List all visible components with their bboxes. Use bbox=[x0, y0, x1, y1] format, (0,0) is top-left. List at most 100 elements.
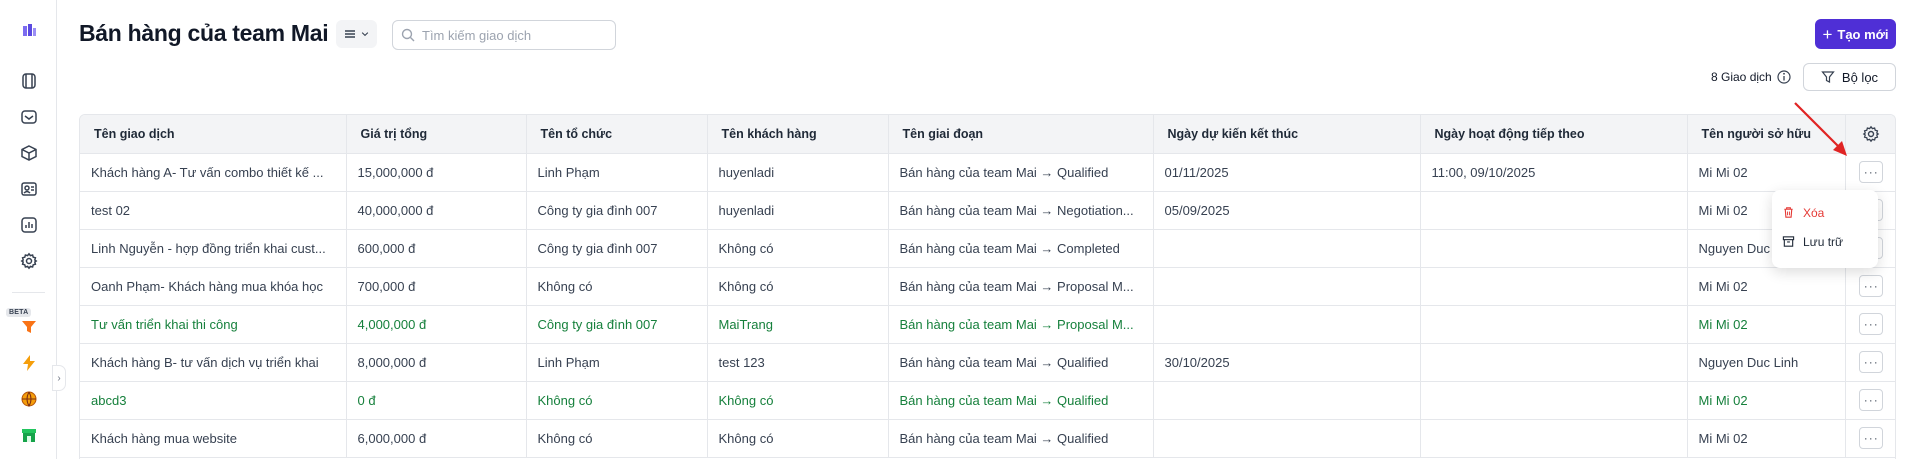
cell-owner: Mi Mi 02 bbox=[1687, 419, 1846, 458]
cell-stage: Bán hàng của team Mai → Qualified bbox=[888, 343, 1154, 382]
column-header[interactable]: Tên tổ chức bbox=[526, 115, 708, 154]
more-options-button[interactable]: ··· bbox=[1859, 313, 1884, 335]
cell-customer: MaiTrang bbox=[707, 305, 889, 344]
sidebar-collapse-button[interactable]: › bbox=[52, 365, 66, 391]
search-input[interactable] bbox=[422, 27, 602, 43]
cell-owner: Nguyen Duc Linh bbox=[1687, 343, 1846, 382]
row-actions-cell: ··· bbox=[1845, 381, 1895, 420]
globe-icon[interactable] bbox=[18, 388, 40, 410]
create-button[interactable]: + Tạo mới bbox=[1815, 19, 1896, 49]
search-icon bbox=[401, 28, 415, 42]
table-row[interactable]: Khách hàng B- tư vấn dịch vụ triển khai 8… bbox=[80, 343, 1895, 382]
trash-icon bbox=[1784, 207, 1793, 218]
more-options-button[interactable]: ··· bbox=[1859, 427, 1884, 449]
cell-value: 8,000,000 đ bbox=[346, 343, 527, 382]
store-icon[interactable] bbox=[18, 424, 40, 446]
chevron-right-icon: › bbox=[57, 372, 61, 384]
automation-icon[interactable] bbox=[18, 352, 40, 374]
inbox-icon[interactable] bbox=[18, 106, 40, 128]
reports-icon[interactable] bbox=[18, 214, 40, 236]
cell-deal[interactable]: abcd3 bbox=[80, 381, 347, 420]
cell-org: Linh Phạm bbox=[526, 343, 708, 382]
cell-value: 0 đ bbox=[346, 381, 527, 420]
cell-deal[interactable]: test 02 bbox=[80, 191, 347, 230]
workspace-logo-icon[interactable] bbox=[18, 20, 40, 42]
cell-customer: Không có bbox=[707, 419, 889, 458]
cell-value: 15,000,000 đ bbox=[346, 153, 527, 192]
cell-owner: Mi Mi 02 bbox=[1687, 381, 1846, 420]
cell-deal[interactable]: Khách hàng A- Tư vấn combo thiết kế ... bbox=[80, 153, 347, 192]
cell-close-date: 30/10/2025 bbox=[1153, 343, 1421, 382]
table-row[interactable]: test 02 40,000,000 đ Công ty gia đình 007 h… bbox=[80, 191, 1895, 230]
deals-table: Tên giao dịch Giá trị tổng Tên tổ chức T… bbox=[79, 114, 1896, 459]
cell-deal[interactable]: Khách hàng mua website bbox=[80, 419, 347, 458]
search-box bbox=[392, 20, 616, 50]
more-options-button[interactable]: ··· bbox=[1859, 351, 1884, 373]
column-header[interactable]: Giá trị tổng bbox=[346, 115, 527, 154]
archive-label: Lưu trữ bbox=[1803, 234, 1844, 249]
cell-deal[interactable]: Khách hàng B- tư vấn dịch vụ triển khai bbox=[80, 343, 347, 382]
sidebar: BETA › bbox=[0, 0, 66, 459]
table-row[interactable]: Linh Nguyễn - hợp đồng triển khai cust..… bbox=[80, 229, 1895, 268]
table-row[interactable]: abcd3 0 đ Không có Không có Bán hàng của tea… bbox=[80, 381, 1895, 420]
list-icon bbox=[345, 30, 355, 38]
column-header[interactable]: Ngày hoạt động tiếp theo bbox=[1420, 115, 1688, 154]
cell-stage: Bán hàng của team Mai → Proposal M... bbox=[888, 305, 1154, 344]
cell-deal[interactable]: Oanh Phạm- Khách hàng mua khóa học bbox=[80, 267, 347, 306]
more-options-button[interactable]: ··· bbox=[1859, 161, 1884, 183]
table-row[interactable]: Oanh Phạm- Khách hàng mua khóa học 700,00… bbox=[80, 267, 1895, 306]
cell-deal[interactable]: Linh Nguyễn - hợp đồng triển khai cust..… bbox=[80, 229, 347, 268]
cell-stage: Bán hàng của team Mai → Qualified bbox=[888, 153, 1154, 192]
cell-customer: test 123 bbox=[707, 343, 889, 382]
cell-deal[interactable]: Tư vấn triển khai thi công bbox=[80, 305, 347, 344]
cell-next-activity bbox=[1420, 267, 1688, 306]
more-options-button[interactable]: ··· bbox=[1859, 275, 1884, 297]
row-actions-cell: ··· bbox=[1845, 305, 1895, 344]
cell-next-activity bbox=[1420, 343, 1688, 382]
create-button-label: Tạo mới bbox=[1837, 26, 1889, 42]
cell-org: Linh Phạm bbox=[526, 153, 708, 192]
cell-org: Không có bbox=[526, 267, 708, 306]
cell-value: 6,000,000 đ bbox=[346, 419, 527, 458]
cell-org: Công ty gia đình 007 bbox=[526, 305, 708, 344]
funnel-icon[interactable] bbox=[18, 316, 40, 338]
cell-org: Công ty gia đình 007 bbox=[526, 191, 708, 230]
cell-next-activity bbox=[1420, 191, 1688, 230]
cell-next-activity bbox=[1420, 229, 1688, 268]
products-icon[interactable] bbox=[18, 142, 40, 164]
row-actions-cell: ··· bbox=[1845, 267, 1895, 306]
cell-value: 4,000,000 đ bbox=[346, 305, 527, 344]
column-header[interactable]: Ngày dự kiến kết thúc bbox=[1153, 115, 1421, 154]
more-options-button[interactable]: ··· bbox=[1859, 389, 1884, 411]
cell-customer: Không có bbox=[707, 381, 889, 420]
delete-menu-item[interactable]: Xóa bbox=[1782, 198, 1868, 227]
column-header[interactable]: Tên khách hàng bbox=[707, 115, 889, 154]
cell-org: Không có bbox=[526, 419, 708, 458]
cell-next-activity bbox=[1420, 305, 1688, 344]
cell-close-date: 05/09/2025 bbox=[1153, 191, 1421, 230]
column-header[interactable]: Tên giao dịch bbox=[80, 115, 347, 154]
cell-close-date bbox=[1153, 267, 1421, 306]
cell-close-date bbox=[1153, 305, 1421, 344]
column-header[interactable]: Tên giai đoạn bbox=[888, 115, 1154, 154]
info-icon[interactable] bbox=[1776, 69, 1792, 85]
filter-button[interactable]: Bộ lọc bbox=[1803, 63, 1896, 91]
view-menu-button[interactable] bbox=[336, 20, 377, 48]
table-row[interactable]: Khách hàng mua website 6,000,000 đ Không c… bbox=[80, 419, 1895, 458]
cell-next-activity bbox=[1420, 419, 1688, 458]
archive-menu-item[interactable]: Lưu trữ bbox=[1782, 227, 1868, 256]
settings-icon[interactable] bbox=[18, 250, 40, 272]
table-row[interactable]: Tư vấn triển khai thi công 4,000,000 đ Côn… bbox=[80, 305, 1895, 344]
cell-close-date bbox=[1153, 381, 1421, 420]
chevron-down-icon bbox=[361, 32, 369, 37]
deals-icon[interactable] bbox=[18, 70, 40, 92]
row-actions-cell: ··· bbox=[1845, 343, 1895, 382]
cell-customer: huyenladi bbox=[707, 191, 889, 230]
cell-customer: Không có bbox=[707, 229, 889, 268]
contacts-icon[interactable] bbox=[18, 178, 40, 200]
cell-org: Không có bbox=[526, 381, 708, 420]
gear-icon bbox=[1862, 125, 1880, 143]
cell-next-activity bbox=[1420, 381, 1688, 420]
row-context-menu: Xóa Lưu trữ bbox=[1772, 190, 1878, 268]
table-row[interactable]: Khách hàng A- Tư vấn combo thiết kế ... 1… bbox=[80, 153, 1895, 192]
